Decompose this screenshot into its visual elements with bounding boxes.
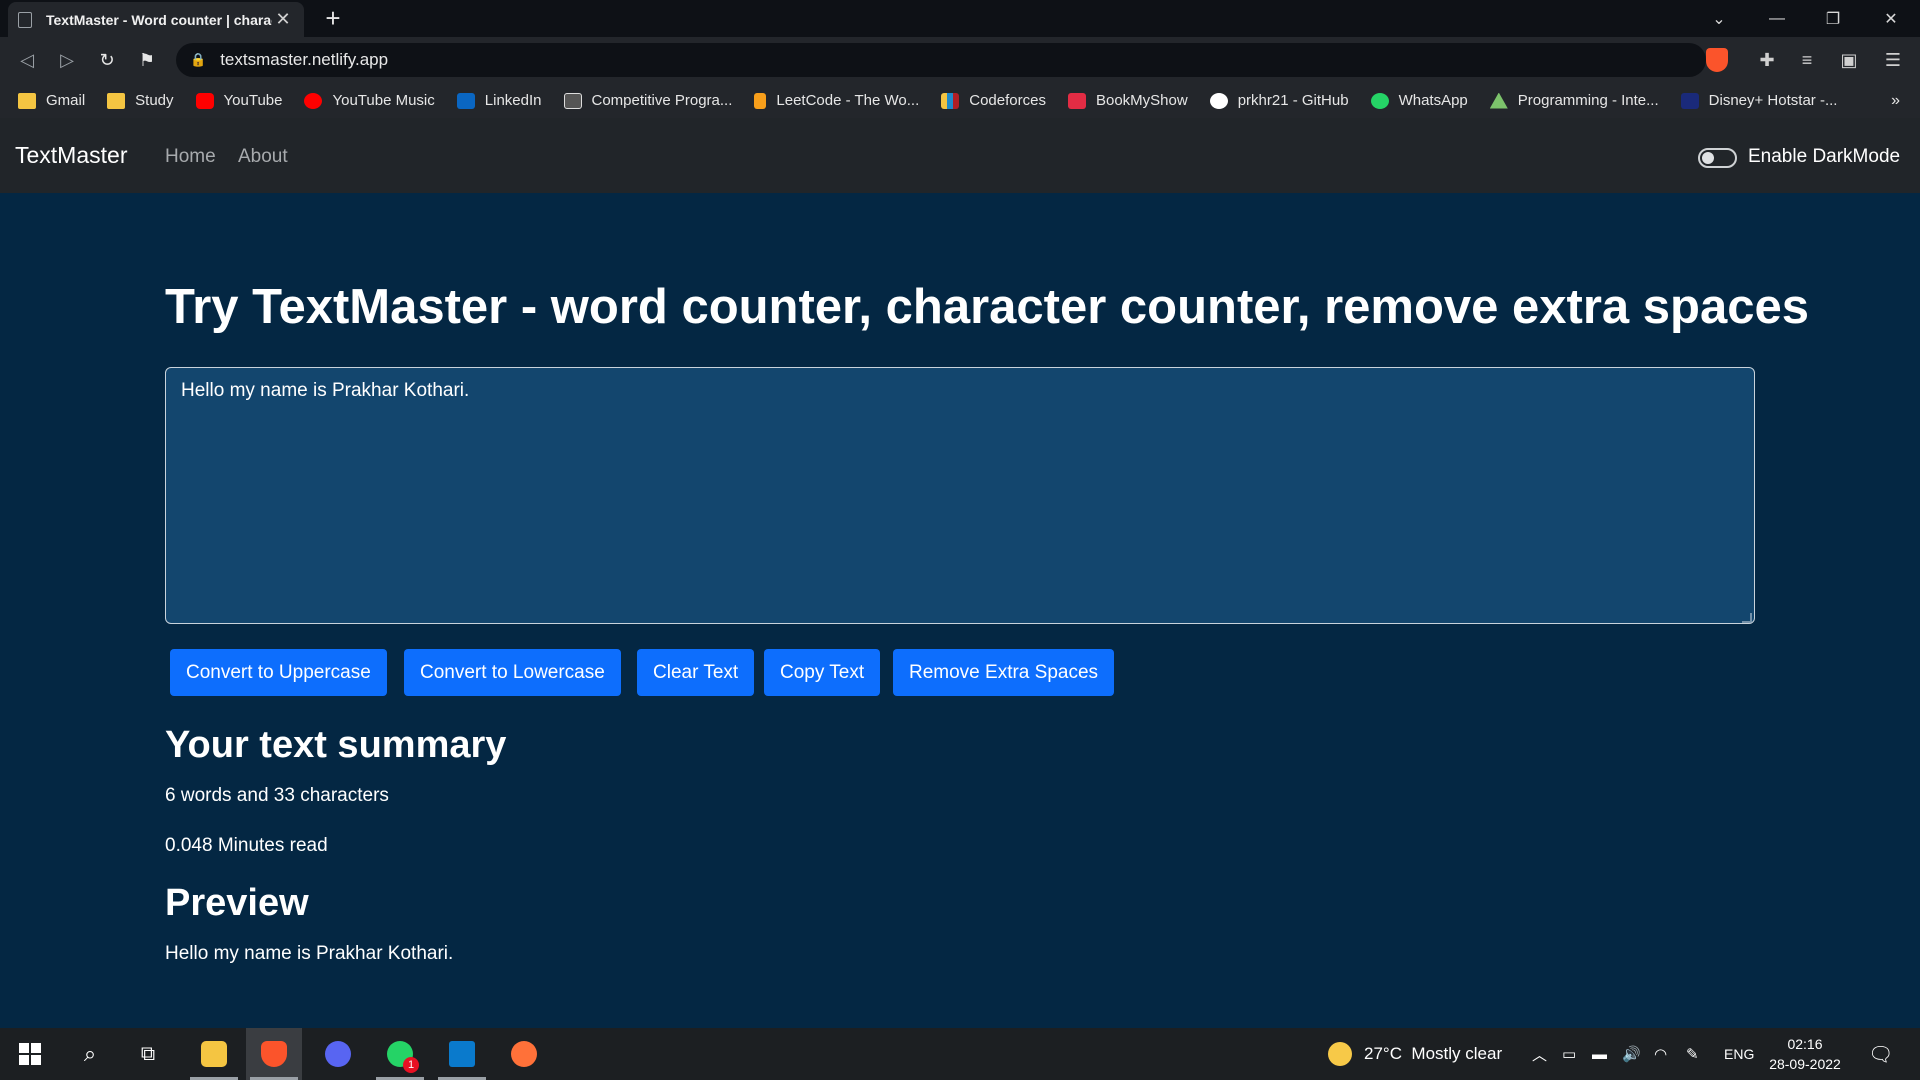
linkedin-icon: [456, 92, 475, 109]
tab-search-chevron-icon[interactable]: ⌄: [1694, 0, 1744, 37]
nav-home-link[interactable]: Home: [165, 146, 216, 168]
summary-heading: Your text summary: [165, 724, 507, 766]
preview-text: Hello my name is Prakhar Kothari.: [165, 943, 454, 964]
nav-about-link[interactable]: About: [238, 146, 288, 168]
mountain-icon: [1489, 92, 1508, 109]
bookmark-codeforces[interactable]: Codeforces: [941, 92, 1046, 109]
show-hidden-icons-icon[interactable]: ︿: [1532, 1028, 1547, 1080]
wallet-icon[interactable]: ▣: [1836, 47, 1862, 73]
weather-text: 27°C Mostly clear: [1364, 1044, 1503, 1063]
bookmarks-bar: Gmail Study YouTube YouTube Music Linked…: [0, 83, 1920, 118]
leetcode-icon: [754, 92, 767, 109]
url-text: textsmaster.netlify.app: [220, 50, 389, 69]
page-title: Try TextMaster - word counter, character…: [165, 280, 1809, 334]
language-indicator[interactable]: ENG: [1724, 1028, 1754, 1080]
toggle-knob: [1702, 152, 1714, 164]
bookmark-study[interactable]: Study: [107, 92, 174, 109]
bookmark-leetcode[interactable]: LeetCode - The Wo...: [754, 92, 919, 109]
darkmode-label: Enable DarkMode: [1748, 146, 1901, 167]
whatsapp-taskbar-icon[interactable]: 1: [372, 1028, 428, 1080]
search-icon[interactable]: ⌕: [62, 1028, 118, 1080]
hotstar-icon: [1680, 92, 1699, 109]
preview-heading: Preview: [165, 882, 309, 924]
meet-now-icon[interactable]: ▭: [1562, 1028, 1576, 1080]
bookmark-github[interactable]: prkhr21 - GitHub: [1209, 92, 1349, 109]
brand-link[interactable]: TextMaster: [15, 142, 127, 169]
uppercase-button[interactable]: Convert to Uppercase: [170, 649, 387, 696]
notification-badge: 1: [403, 1057, 419, 1073]
bookmark-whatsapp[interactable]: WhatsApp: [1370, 92, 1468, 109]
folder-icon: [18, 92, 36, 109]
text-input-area[interactable]: [165, 367, 1755, 624]
bookmark-icon[interactable]: ⚑: [132, 45, 162, 75]
codeforces-icon: [941, 92, 960, 109]
minimize-button[interactable]: —: [1752, 0, 1802, 37]
moon-icon: [1328, 1042, 1352, 1066]
back-icon[interactable]: ◁: [12, 45, 42, 75]
pen-icon[interactable]: ✎: [1686, 1028, 1699, 1080]
firefox-icon[interactable]: [496, 1028, 552, 1080]
bookmyshow-icon: [1067, 92, 1086, 109]
browser-tab[interactable]: TextMaster - Word counter | character co…: [8, 2, 304, 37]
bookmark-bookmyshow[interactable]: BookMyShow: [1067, 92, 1188, 109]
new-tab-button[interactable]: +: [318, 4, 348, 34]
restore-button[interactable]: ❐: [1808, 0, 1858, 37]
bookmark-gmail[interactable]: Gmail: [18, 92, 85, 109]
browser-toolbar: ◁ ▷ ↻ ⚑ 🔒 textsmaster.netlify.app ✚ ≡ ▣ …: [0, 37, 1920, 83]
address-bar[interactable]: 🔒 textsmaster.netlify.app: [176, 43, 1706, 77]
extensions-icon[interactable]: ✚: [1754, 47, 1780, 73]
codechef-icon: [563, 92, 582, 109]
windows-taskbar: ⌕ ⧉ 1 27°C Mostly clear ︿ ▭ ▬ 🔊 ◠ ✎ ENG …: [0, 1028, 1920, 1080]
clock-date: 28-09-2022: [1769, 1056, 1841, 1072]
bookmark-competitive-programming[interactable]: Competitive Progra...: [563, 92, 732, 109]
bookmark-hotstar[interactable]: Disney+ Hotstar -...: [1680, 92, 1837, 109]
task-view-icon[interactable]: ⧉: [120, 1028, 176, 1080]
system-clock[interactable]: 02:16 28-09-2022: [1762, 1034, 1848, 1074]
browser-tab-bar: TextMaster - Word counter | character co…: [0, 0, 1920, 37]
discord-icon[interactable]: [310, 1028, 366, 1080]
bookmark-linkedin[interactable]: LinkedIn: [456, 92, 542, 109]
playlist-icon[interactable]: ≡: [1794, 47, 1820, 73]
whatsapp-icon: [1370, 92, 1389, 109]
clock-time: 02:16: [1787, 1036, 1823, 1052]
lock-icon: 🔒: [190, 52, 207, 67]
volume-icon[interactable]: 🔊: [1622, 1028, 1641, 1080]
close-tab-icon[interactable]: ✕: [272, 9, 294, 30]
more-bookmarks-icon[interactable]: »: [1891, 83, 1900, 118]
word-character-count: 6 words and 33 characters: [165, 785, 389, 806]
remove-extra-spaces-button[interactable]: Remove Extra Spaces: [893, 649, 1115, 696]
close-window-button[interactable]: ✕: [1866, 0, 1916, 37]
wifi-icon[interactable]: ◠: [1654, 1028, 1667, 1080]
folder-icon: [107, 92, 126, 109]
bookmark-youtube[interactable]: YouTube: [195, 92, 282, 109]
bookmark-programming[interactable]: Programming - Inte...: [1489, 92, 1659, 109]
copy-text-button[interactable]: Copy Text: [764, 649, 881, 696]
resize-handle-icon[interactable]: [1742, 613, 1752, 623]
youtube-music-icon: [304, 92, 323, 109]
forward-icon[interactable]: ▷: [52, 45, 82, 75]
notification-center-icon[interactable]: 🗨: [1868, 1028, 1893, 1080]
tab-title: TextMaster - Word counter | character co…: [46, 11, 272, 28]
menu-icon[interactable]: ☰: [1880, 47, 1906, 73]
battery-icon[interactable]: ▬: [1592, 1028, 1607, 1080]
brave-shields-icon[interactable]: [1706, 48, 1728, 72]
github-icon: [1209, 92, 1228, 109]
clear-text-button[interactable]: Clear Text: [637, 649, 755, 696]
lowercase-button[interactable]: Convert to Lowercase: [404, 649, 621, 696]
file-explorer-icon[interactable]: [186, 1028, 242, 1080]
youtube-icon: [195, 92, 214, 109]
weather-widget[interactable]: 27°C Mostly clear: [1328, 1028, 1502, 1080]
reload-icon[interactable]: ↻: [92, 45, 122, 75]
windows-start-icon[interactable]: [2, 1028, 58, 1080]
app-navbar: TextMaster Home About Enable DarkMode: [0, 118, 1920, 193]
brave-browser-icon[interactable]: [246, 1028, 302, 1080]
bookmark-youtube-music[interactable]: YouTube Music: [304, 92, 435, 109]
page-favicon-icon: [18, 11, 32, 28]
main-content: Try TextMaster - word counter, character…: [0, 193, 1920, 1028]
darkmode-toggle[interactable]: [1698, 148, 1737, 168]
vscode-icon[interactable]: [434, 1028, 490, 1080]
read-time: 0.048 Minutes read: [165, 835, 328, 856]
